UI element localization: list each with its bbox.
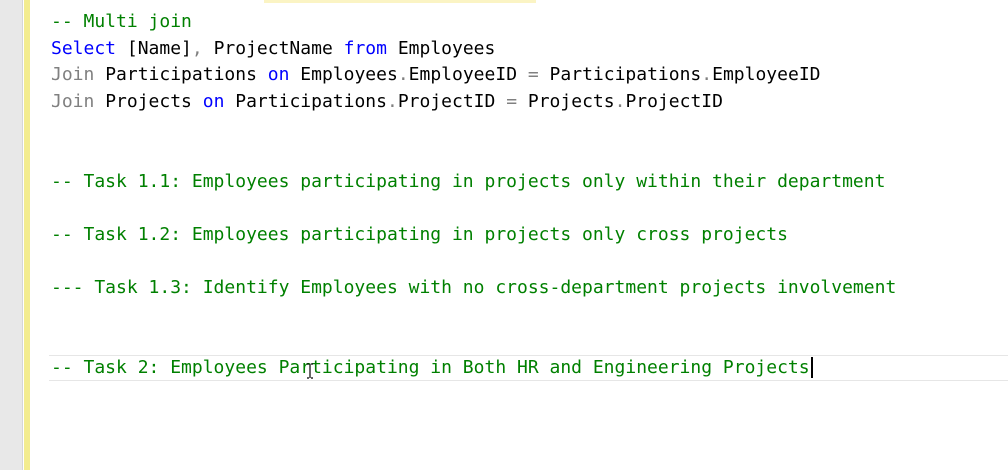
code-token: Employees <box>289 64 398 86</box>
code-token: from <box>343 37 387 59</box>
code-line[interactable]: -- Task 1.2: Employees participating in … <box>51 222 1008 249</box>
code-token: ProjectName <box>202 37 344 59</box>
code-token: Participations <box>538 64 702 86</box>
code-line[interactable] <box>51 142 1008 169</box>
code-token: . <box>701 64 713 86</box>
code-line[interactable] <box>51 328 1008 355</box>
code-token: on <box>267 64 290 86</box>
code-token: -- Task 1.2: Employees participating in … <box>51 223 788 245</box>
top-highlight-strip <box>264 0 536 3</box>
code-line[interactable]: Join Participations on Employees.Employe… <box>51 62 1008 89</box>
current-code-line[interactable]: -- Task 2: Employees Participating in Bo… <box>49 354 1008 382</box>
code-token: EmployeeID <box>712 64 821 86</box>
code-line[interactable]: -- Multi join <box>51 9 1008 36</box>
code-token: --- Task 1.3: Identify Employees with no… <box>51 276 897 298</box>
code-line[interactable]: Join Projects on Participations.ProjectI… <box>51 89 1008 116</box>
code-token: Join <box>51 90 95 112</box>
change-tracking-bar <box>24 0 30 470</box>
code-token: , <box>191 37 203 59</box>
code-line[interactable] <box>51 115 1008 142</box>
code-text-area[interactable]: -- Multi join Select [Name], ProjectName … <box>49 9 1008 382</box>
code-token: Projects <box>94 90 203 112</box>
code-token: Select <box>51 37 117 59</box>
code-token: . <box>397 64 409 86</box>
text-caret <box>810 357 813 379</box>
code-token: . <box>386 90 398 112</box>
code-token: [Name] <box>116 37 192 59</box>
code-token: = <box>506 90 518 112</box>
code-token: -- Task 1.1: Employees participating in … <box>51 170 886 192</box>
code-line[interactable]: -- Task 1.1: Employees participating in … <box>51 169 1008 196</box>
code-token: -- Task 2: Employees Participating in Bo… <box>51 356 810 378</box>
code-line[interactable] <box>51 248 1008 275</box>
code-token: on <box>202 90 225 112</box>
code-token: Employees <box>386 37 496 59</box>
code-token: . <box>614 90 626 112</box>
code-token: Participations <box>224 90 387 112</box>
code-line[interactable] <box>51 195 1008 222</box>
code-token: Join <box>51 64 95 86</box>
code-token: ProjectID <box>625 90 723 112</box>
code-line[interactable]: --- Task 1.3: Identify Employees with no… <box>51 275 1008 302</box>
code-line[interactable]: Select [Name], ProjectName from Employee… <box>51 36 1008 63</box>
code-token: = <box>527 64 539 86</box>
code-token: Projects <box>517 90 615 112</box>
editor-gutter <box>0 0 23 470</box>
text-cursor-icon <box>307 363 313 379</box>
code-token: EmployeeID <box>408 64 528 86</box>
code-line[interactable] <box>51 302 1008 329</box>
code-token: ProjectID <box>397 90 507 112</box>
code-editor[interactable]: -- Multi join Select [Name], ProjectName … <box>0 0 1008 470</box>
code-token: -- Multi join <box>51 11 192 32</box>
code-token: Participations <box>94 64 268 86</box>
